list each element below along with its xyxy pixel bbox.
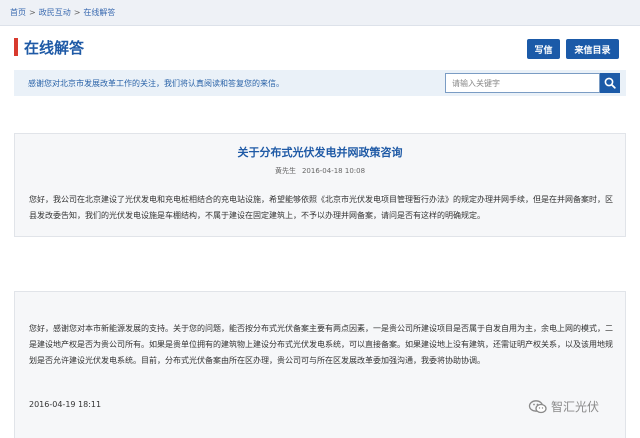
- question-card: 关于分布式光伏发电并网政策咨询 黄先生 2016-04-18 10:08 您好，我…: [14, 133, 626, 237]
- breadcrumb-current[interactable]: 在线解答: [83, 7, 115, 18]
- letter-list-button[interactable]: 来信目录: [566, 39, 619, 59]
- notice-text: 感谢您对北京市发展改革工作的关注，我们将认真阅读和答复您的来信。: [28, 78, 284, 88]
- question-meta: 黄先生 2016-04-18 10:08: [15, 166, 625, 176]
- breadcrumb-separator: >: [29, 8, 36, 17]
- question-body: 您好，我公司在北京建设了光伏发电和充电桩相结合的充电站设施，希望能够依照《北京市…: [29, 195, 613, 220]
- breadcrumb-interaction[interactable]: 政民互动: [39, 7, 71, 18]
- title-accent-bar: [14, 38, 18, 56]
- search-icon: [604, 77, 616, 89]
- search-button[interactable]: [600, 73, 620, 93]
- watermark: 智汇光伏: [528, 398, 599, 415]
- breadcrumb: 首页 > 政民互动 > 在线解答: [0, 0, 640, 26]
- search-box: [445, 73, 620, 93]
- watermark-text: 智汇光伏: [551, 400, 600, 414]
- write-letter-button[interactable]: 写信: [527, 39, 560, 59]
- breadcrumb-separator: >: [73, 8, 81, 17]
- question-datetime: 2016-04-18 10:08: [301, 167, 366, 175]
- page: 首页 > 政民互动 > 在线解答 在线解答 写信 来信目录 感谢您对北京市发展改…: [0, 0, 640, 438]
- answer-card: 您好，感谢您对本市新能源发展的支持。关于您的问题，能否按分布式光伏备案主要有两点…: [14, 291, 626, 438]
- breadcrumb-home[interactable]: 首页: [10, 7, 26, 18]
- answer-body: 您好，感谢您对本市新能源发展的支持。关于您的问题，能否按分布式光伏备案主要有两点…: [29, 324, 613, 365]
- question-title: 关于分布式光伏发电并网政策咨询: [237, 146, 403, 159]
- wechat-icon: [528, 399, 547, 413]
- page-title: 在线解答: [24, 39, 85, 57]
- search-input[interactable]: [445, 73, 600, 93]
- question-author: 黄先生: [274, 167, 296, 175]
- answer-datetime: 2016-04-19 18:11: [29, 400, 102, 409]
